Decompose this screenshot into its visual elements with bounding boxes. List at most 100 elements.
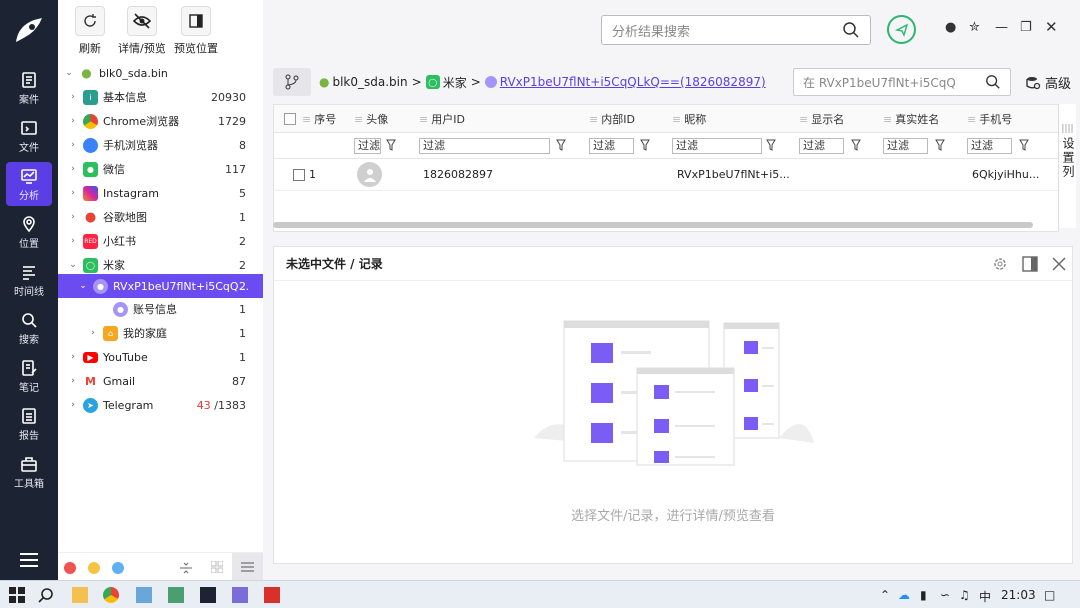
list-view-button[interactable] xyxy=(232,553,263,581)
filter-icon[interactable] xyxy=(935,139,945,151)
rail-timeline[interactable]: 时间线 xyxy=(6,258,52,302)
tree-item-wechat[interactable]: › ● 微信 117 xyxy=(58,158,263,180)
close-icon[interactable]: ✕ xyxy=(1045,18,1058,36)
tree-item-chrome[interactable]: › Chrome浏览器 1729 xyxy=(58,110,263,132)
filter-icon[interactable] xyxy=(766,139,776,151)
filter-display-name-input[interactable]: 过滤 xyxy=(799,138,844,154)
battery-icon[interactable]: ▮ xyxy=(920,588,927,602)
chevron-up-icon[interactable]: ⌃ xyxy=(880,588,890,602)
rail-location[interactable]: 位置 xyxy=(6,210,52,254)
tree-item-instagram[interactable]: › Instagram 5 xyxy=(58,182,263,204)
notification-icon[interactable]: □ xyxy=(1044,588,1055,602)
forensic-app-icon[interactable] xyxy=(200,587,216,603)
tree-item-gmail[interactable]: › M Gmail 87 xyxy=(58,370,263,392)
wifi-icon[interactable]: ∽ xyxy=(940,588,950,602)
filter-icon[interactable] xyxy=(640,139,650,151)
col-avatar[interactable]: ≡ 头像 xyxy=(354,105,388,133)
tree-item-account-selected[interactable]: ⌄ ● RVxP1beU7flNt+i5CqQ... 2 xyxy=(58,274,263,298)
select-all-checkbox[interactable] xyxy=(284,113,296,125)
tree-item-count: 1 xyxy=(239,326,246,340)
rail-search[interactable]: 搜索 xyxy=(6,306,52,350)
gear-icon[interactable] xyxy=(992,256,1008,272)
filter-phone-input[interactable]: 过滤 xyxy=(967,138,1012,154)
search-icon[interactable] xyxy=(985,74,1001,90)
tree-item-xiaohongshu[interactable]: › RED 小红书 2 xyxy=(58,230,263,252)
cloud-icon[interactable]: ☁ xyxy=(898,588,910,602)
preview-position-button[interactable]: 预览位置 xyxy=(174,6,218,56)
column-settings-button[interactable]: |||| 设置列 xyxy=(1058,104,1076,228)
rail-report[interactable]: 报告 xyxy=(6,402,52,446)
tree-item-mijia[interactable]: ⌄ ◯ 米家 2 xyxy=(58,254,263,276)
filter-user-id-input[interactable]: 过滤 xyxy=(419,138,550,154)
panel-right-icon[interactable] xyxy=(1022,256,1038,272)
breadcrumb-root[interactable]: blk0_sda.bin xyxy=(332,75,407,89)
blue-dot-icon[interactable] xyxy=(112,562,124,574)
tree-root[interactable]: ⌄ ● blk0_sda.bin xyxy=(58,62,263,84)
tree-item-account-info[interactable]: ● 账号信息 1 xyxy=(58,298,263,320)
table-row[interactable]: 1 1826082897 RVxP1beU7flNt+i5... 6QkjyiH… xyxy=(274,159,1060,191)
refresh-button[interactable]: 刷新 xyxy=(75,6,105,56)
rail-search-label: 搜索 xyxy=(19,334,39,346)
minimize-icon[interactable]: — xyxy=(995,20,1008,35)
filter-real-name-input[interactable]: 过滤 xyxy=(883,138,928,154)
pin-icon[interactable]: ✮ xyxy=(969,20,980,35)
app-icon[interactable] xyxy=(232,587,248,603)
rail-case[interactable]: 案件 xyxy=(6,66,52,110)
app-icon[interactable] xyxy=(168,587,184,603)
ime-indicator[interactable]: 中 xyxy=(979,588,991,605)
filter-icon[interactable] xyxy=(1019,139,1029,151)
clock[interactable]: 21:03 xyxy=(1001,588,1036,602)
app-icon[interactable] xyxy=(136,587,152,603)
filter-icon[interactable] xyxy=(556,139,566,151)
rail-files[interactable]: 文件 xyxy=(6,114,52,158)
col-nickname[interactable]: ≡ 昵称 xyxy=(672,105,706,133)
analysis-search-input[interactable]: 分析结果搜索 xyxy=(601,15,871,45)
branch-button[interactable] xyxy=(273,68,311,96)
breadcrumb-mijia[interactable]: 米家 xyxy=(443,74,467,91)
hamburger-menu-icon[interactable] xyxy=(20,553,38,567)
col-phone[interactable]: ≡ 手机号 xyxy=(967,105,1012,133)
col-user-id[interactable]: ≡ 用户ID xyxy=(419,105,465,133)
breadcrumb-account[interactable]: RVxP1beU7flNt+i5CqQLkQ==(1826082897) xyxy=(500,75,766,89)
rail-toolbox[interactable]: 工具箱 xyxy=(6,450,52,494)
advanced-search-button[interactable]: 高级 xyxy=(1025,73,1071,92)
chrome-icon[interactable] xyxy=(103,587,119,603)
filter-nickname-input[interactable]: 过滤 xyxy=(672,138,762,154)
collapse-icon[interactable] xyxy=(180,561,192,575)
search-icon[interactable] xyxy=(842,21,860,39)
filter-icon[interactable] xyxy=(386,139,396,151)
row-checkbox[interactable] xyxy=(293,169,305,181)
close-icon[interactable] xyxy=(1052,257,1066,271)
tree-item-telegram[interactable]: › ➤ Telegram 43 /1383 xyxy=(58,394,263,416)
file-explorer-icon[interactable] xyxy=(72,587,88,603)
grid-view-icon[interactable] xyxy=(211,561,223,573)
rail-notes[interactable]: 笔记 xyxy=(6,354,52,398)
tree-item-label: 小红书 xyxy=(103,235,136,248)
tree-item-youtube[interactable]: › ▶ YouTube 1 xyxy=(58,346,263,368)
red-dot-icon[interactable] xyxy=(64,562,76,574)
map-pin-icon: ● xyxy=(83,209,98,225)
tree-item-my-home[interactable]: › ⌂ 我的家庭 1 xyxy=(58,322,263,344)
rail-analysis[interactable]: 分析 xyxy=(6,162,52,206)
restore-icon[interactable]: ❐ xyxy=(1020,20,1032,35)
col-real-name[interactable]: ≡ 真实姓名 xyxy=(883,105,939,133)
search-icon[interactable] xyxy=(38,587,54,603)
col-display-name[interactable]: ≡ 显示名 xyxy=(799,105,844,133)
speaker-icon[interactable]: ♫ xyxy=(959,588,970,602)
user-icon[interactable]: ● xyxy=(945,20,956,35)
col-index[interactable]: ≡ 序号 xyxy=(302,105,336,133)
tree-item-basic-info[interactable]: › i 基本信息 20930 xyxy=(58,86,263,108)
filter-avatar-input[interactable]: 过滤 xyxy=(354,138,381,154)
col-internal-id[interactable]: ≡ 内部ID xyxy=(589,105,635,133)
tree-item-mobile-browser[interactable]: › 手机浏览器 8 xyxy=(58,134,263,156)
filter-internal-id-input[interactable]: 过滤 xyxy=(589,138,634,154)
horizontal-scrollbar[interactable] xyxy=(273,222,1033,228)
detail-preview-button[interactable]: 详情/预览 xyxy=(118,6,166,56)
wps-icon[interactable] xyxy=(264,587,280,603)
yellow-dot-icon[interactable] xyxy=(88,562,100,574)
send-button[interactable] xyxy=(887,15,916,44)
windows-start-icon[interactable] xyxy=(9,587,25,603)
filter-icon[interactable] xyxy=(851,139,861,151)
scope-search-input[interactable]: 在 RVxP1beU7flNt+i5CqQ xyxy=(793,68,1011,96)
tree-item-google-maps[interactable]: › ● 谷歌地图 1 xyxy=(58,206,263,228)
